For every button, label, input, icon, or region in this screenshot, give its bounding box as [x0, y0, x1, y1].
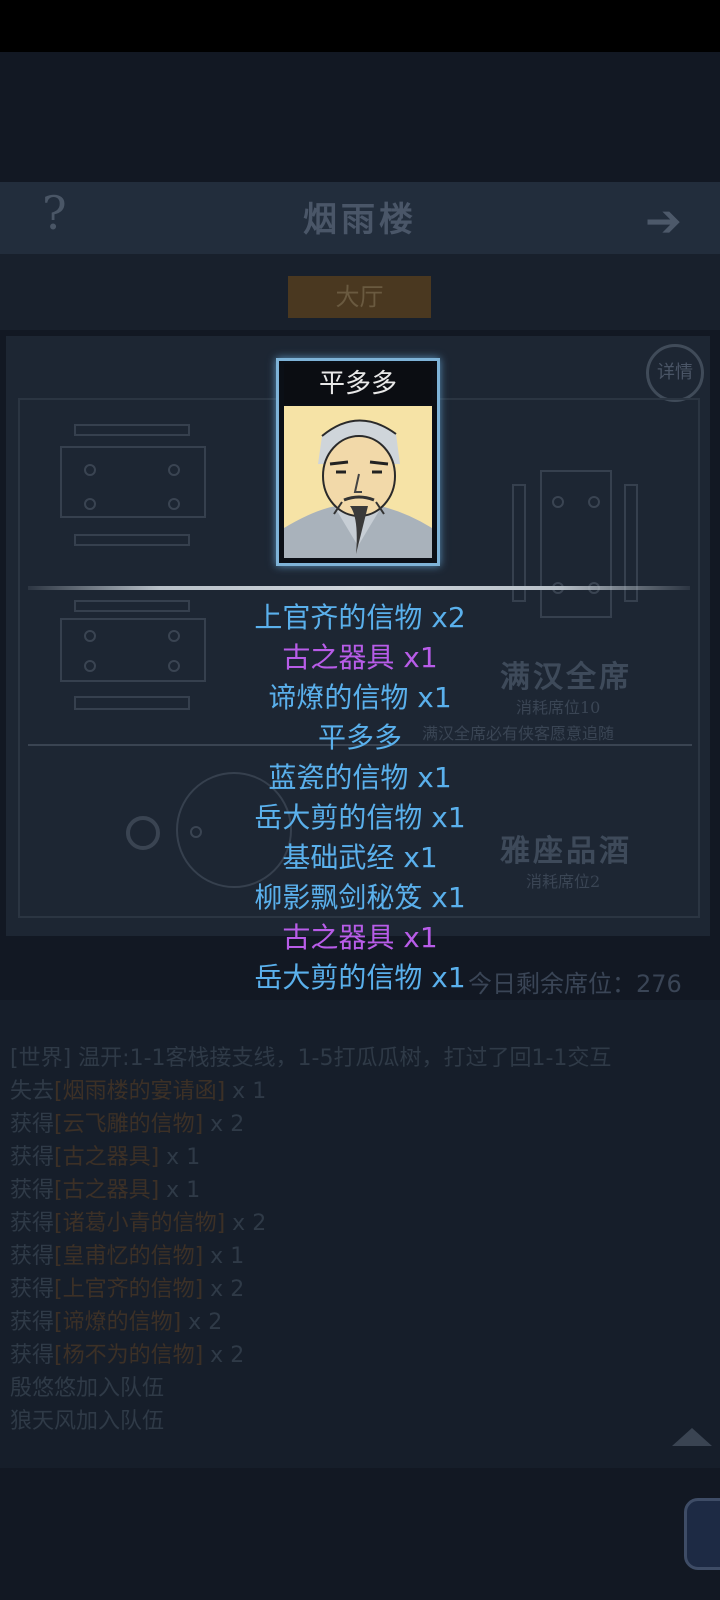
seat-dot [168, 464, 180, 476]
seat-dot [588, 496, 600, 508]
avatar[interactable] [684, 1498, 720, 1570]
reward-item: 岳大剪的信物 x1 [254, 801, 466, 834]
reward-item: 谛燎的信物 x1 [268, 681, 452, 714]
message-log[interactable]: [世界] 温开:1-1客栈接支线，1-5打瓜瓜树，打过了回1-1交互 失去[烟雨… [0, 1000, 720, 1468]
bench [512, 484, 526, 602]
reward-item: 蓝瓷的信物 x1 [268, 761, 452, 794]
character-name: 平多多 [284, 364, 432, 404]
next-arrow-icon[interactable]: ➔ [645, 196, 682, 247]
reward-item: 上官齐的信物 x2 [254, 601, 466, 634]
log-line: 获得[古之器具] x 1 [10, 1145, 201, 1170]
reward-item: 岳大剪的信物 x1 [254, 961, 466, 994]
log-line: 获得[杨不为的信物] x 2 [10, 1343, 245, 1368]
log-line: 获得[古之器具] x 1 [10, 1178, 201, 1203]
log-line: 获得[皇甫忆的信物] x 1 [10, 1244, 245, 1269]
reward-item: 古之器具 x1 [282, 921, 438, 954]
bench [624, 484, 638, 602]
collapse-log-icon[interactable] [672, 1428, 712, 1446]
reward-item: 古之器具 x1 [282, 641, 438, 674]
seat-dot [168, 498, 180, 510]
page-title: 烟雨楼 [303, 200, 417, 240]
log-line: 获得[谛燎的信物] x 2 [10, 1310, 223, 1335]
tab-hall[interactable]: 大厅 [288, 276, 431, 318]
log-line: [世界] 温开:1-1客栈接支线，1-5打瓜瓜树，打过了回1-1交互 [10, 1046, 612, 1071]
bench [74, 534, 190, 546]
status-bar [0, 0, 720, 52]
log-line: 殷悠悠加入队伍 [10, 1376, 165, 1401]
log-line: 获得[云飞雕的信物] x 2 [10, 1112, 245, 1137]
log-line: 获得[上官齐的信物] x 2 [10, 1277, 245, 1302]
seat-dot [552, 496, 564, 508]
seat-dot [84, 498, 96, 510]
seat-dot [84, 464, 96, 476]
bench [74, 424, 190, 436]
reward-item: 基础武经 x1 [282, 841, 438, 874]
table[interactable] [60, 446, 206, 518]
log-line: 狼天风加入队伍 [10, 1409, 165, 1434]
detail-button[interactable]: 详情 [646, 344, 704, 402]
character-portrait [284, 406, 432, 558]
log-line: 获得[诸葛小青的信物] x 2 [10, 1211, 267, 1236]
reward-item: 平多多 [317, 721, 402, 754]
popup-divider [28, 586, 690, 590]
log-line: 失去[烟雨楼的宴请函] x 1 [10, 1079, 267, 1104]
reward-item: 柳影飘剑秘笈 x1 [254, 881, 466, 914]
